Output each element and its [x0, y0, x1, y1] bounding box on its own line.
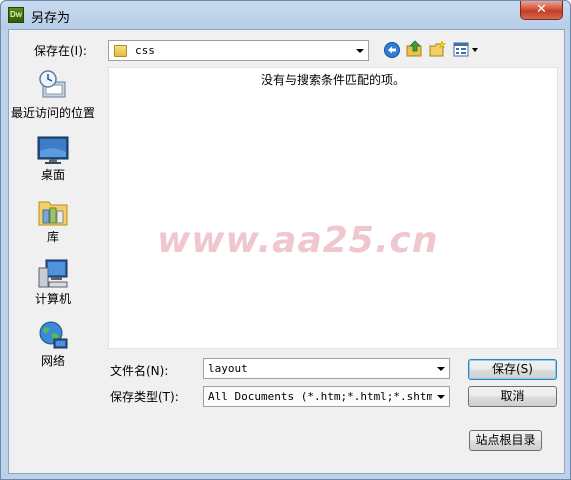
- place-label: 桌面: [40, 168, 65, 182]
- chevron-down-icon: [437, 394, 445, 399]
- empty-message: 没有与搜索条件匹配的项。: [260, 73, 405, 87]
- place-label: 最近访问的位置: [10, 106, 95, 120]
- up-one-level-button[interactable]: [406, 40, 424, 58]
- new-folder-button[interactable]: [429, 40, 447, 58]
- network-icon: [39, 321, 68, 349]
- site-root-button[interactable]: 站点根目录: [469, 430, 542, 451]
- libraries-icon: [38, 201, 68, 226]
- file-list[interactable]: 没有与搜索条件匹配的项。 www.aa25.cn: [108, 67, 558, 349]
- back-icon: [384, 42, 400, 58]
- place-libraries[interactable]: 库: [9, 196, 97, 246]
- watermark: www.aa25.cn: [157, 220, 439, 261]
- save-in-dropdown[interactable]: css: [108, 40, 369, 61]
- back-button[interactable]: [383, 41, 401, 59]
- chevron-down-icon: [437, 366, 445, 371]
- place-computer[interactable]: 计算机: [9, 258, 97, 308]
- folder-icon: [114, 45, 127, 57]
- up-folder-icon: [406, 40, 422, 57]
- place-recent[interactable]: 最近访问的位置: [9, 68, 97, 126]
- dreamweaver-app-icon: Dw: [8, 7, 24, 23]
- dialog-client-area: 保存在(I): css 最近访问的位置 桌面 库 计算机 网络 没有与搜索条件匹…: [8, 29, 565, 474]
- close-button[interactable]: ✕: [520, 1, 563, 20]
- chevron-down-icon: [356, 48, 364, 53]
- views-menu-icon: [453, 42, 478, 57]
- close-icon: ✕: [536, 2, 547, 17]
- new-folder-icon: [429, 40, 447, 57]
- window-title: 另存为: [31, 11, 71, 26]
- views-menu-button[interactable]: [453, 41, 481, 59]
- place-network[interactable]: 网络: [9, 320, 97, 370]
- title-bar[interactable]: Dw 另存为 ✕: [1, 1, 570, 29]
- save-as-dialog: Dw 另存为 ✕ 保存在(I): css 最近访问的位置 桌面 库 计算机 网络…: [0, 0, 571, 480]
- save-in-value: css: [135, 44, 155, 57]
- recent-places-icon: [39, 70, 66, 98]
- filetype-dropdown[interactable]: All Documents (*.htm;*.html;*.shtm;*.: [203, 386, 450, 407]
- place-label: 计算机: [34, 292, 71, 306]
- cancel-button[interactable]: 取消: [468, 386, 557, 407]
- desktop-icon: [37, 136, 69, 164]
- filename-input[interactable]: layout: [203, 358, 450, 379]
- filetype-value: All Documents (*.htm;*.html;*.shtm;*.: [208, 390, 432, 403]
- computer-icon: [38, 259, 68, 288]
- filename-value: layout: [208, 362, 248, 375]
- place-desktop[interactable]: 桌面: [9, 134, 97, 184]
- place-label: 网络: [40, 354, 65, 368]
- save-in-label: 保存在(I):: [34, 44, 87, 58]
- place-label: 库: [46, 230, 59, 244]
- save-button[interactable]: 保存(S): [468, 359, 557, 380]
- filename-label: 文件名(N):: [110, 364, 169, 378]
- filetype-label: 保存类型(T):: [110, 390, 179, 404]
